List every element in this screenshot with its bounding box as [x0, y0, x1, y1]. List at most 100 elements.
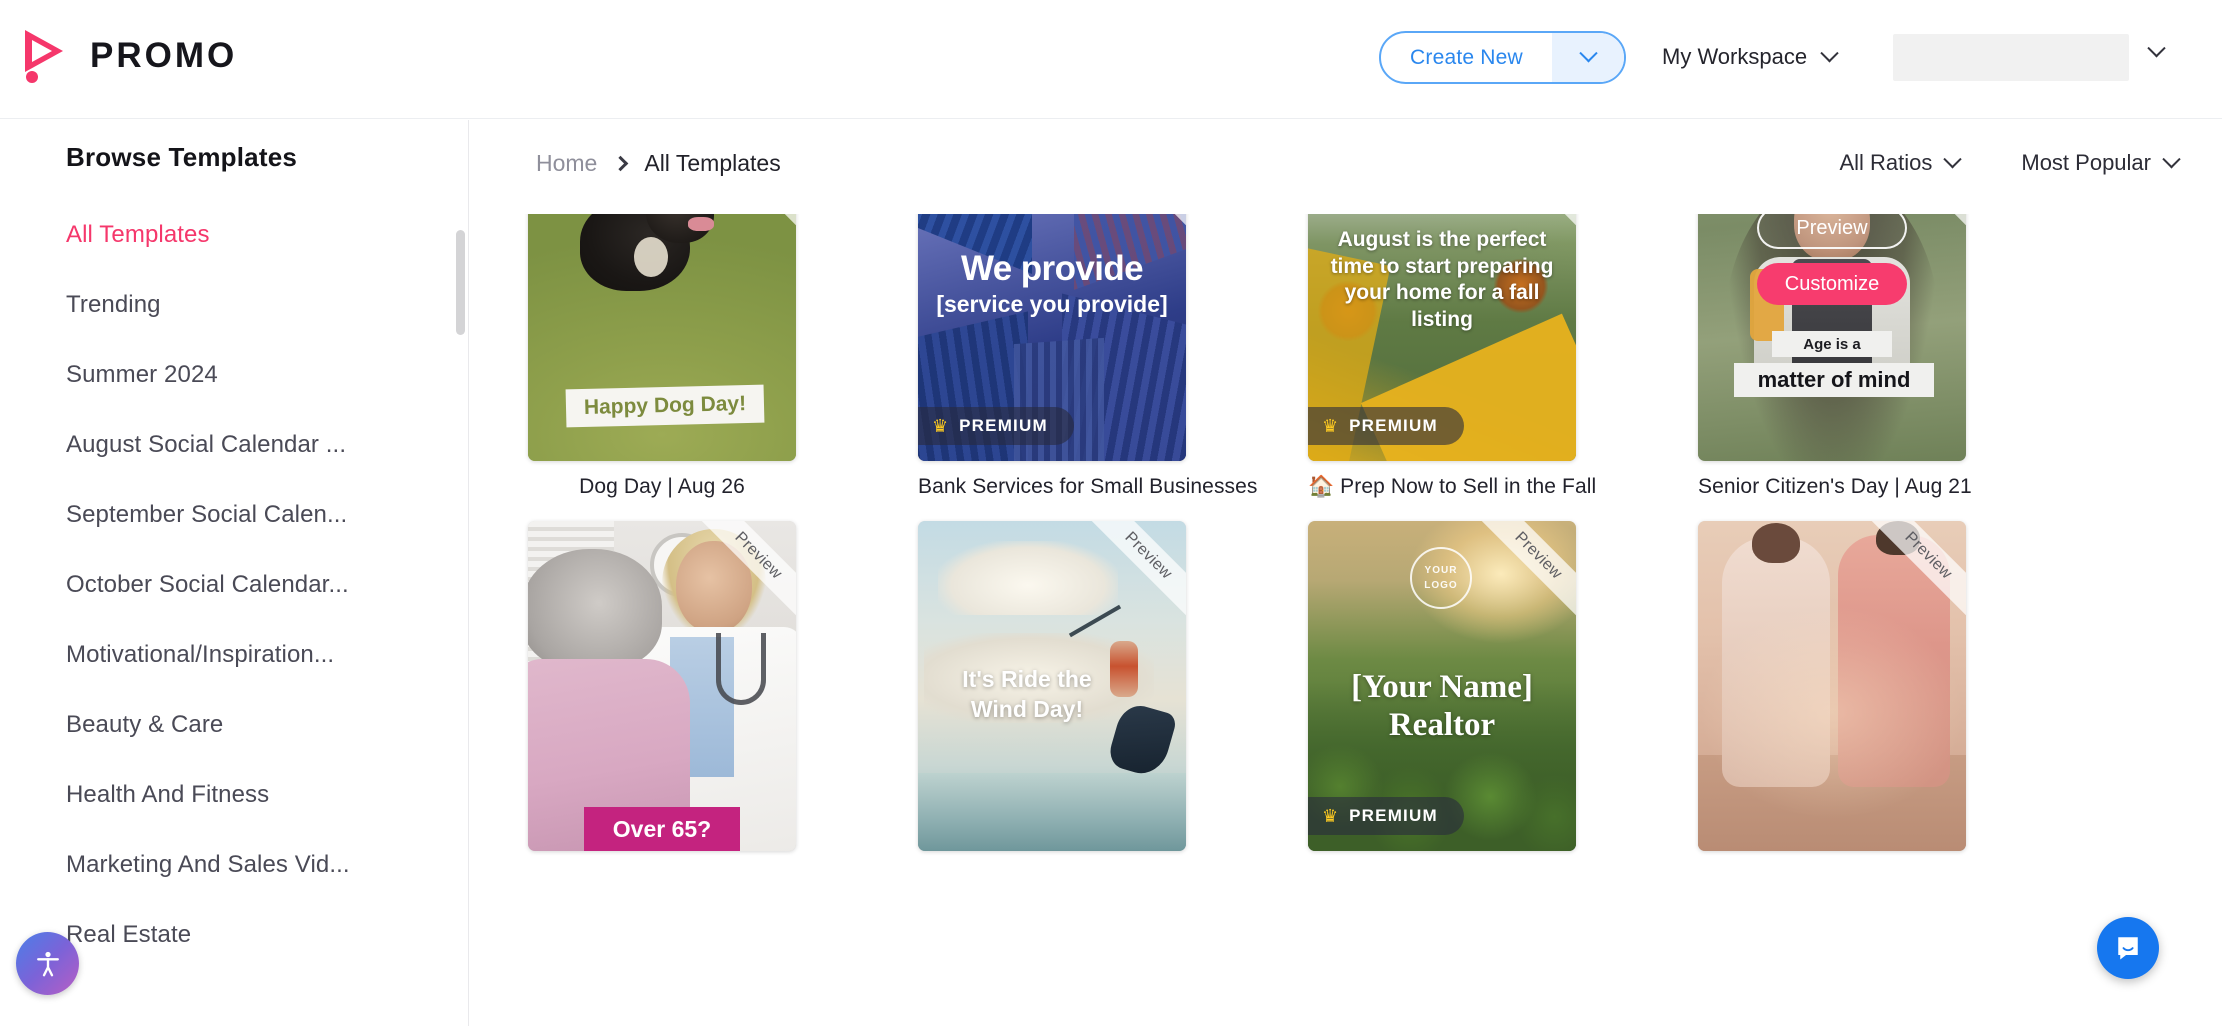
chevron-down-icon — [1820, 43, 1839, 62]
app-header: PROMO Create New My Workspace — [0, 0, 2222, 119]
chevron-down-icon — [1943, 149, 1963, 168]
chevron-down-icon — [2147, 39, 2166, 58]
sidebar-item-health-and-fitness[interactable]: Health And Fitness — [0, 760, 468, 830]
thumbnail-overlay-text: We provide — [960, 249, 1144, 288]
sidebar-item-label: Marketing And Sales Vid... — [66, 851, 350, 878]
template-thumbnail[interactable]: Happy Dog Day! Preview — [528, 214, 796, 461]
sidebar-item-label: All Templates — [66, 221, 210, 248]
card-hover-actions: Preview Customize — [1698, 214, 1966, 461]
sidebar-item-label: Trending — [66, 291, 161, 318]
chat-launcher-button[interactable] — [2097, 917, 2159, 979]
create-new-label: Create New — [1410, 45, 1523, 69]
sidebar-item-label: Beauty & Care — [66, 711, 224, 738]
thumbnail-artwork — [528, 521, 796, 851]
sidebar-item-label: Motivational/Inspiration... — [66, 641, 335, 668]
chevron-down-icon — [1578, 44, 1598, 63]
template-thumbnail[interactable]: It's Ride the Wind Day! Preview — [918, 521, 1186, 851]
filter-all-ratios[interactable]: All Ratios — [1839, 149, 1963, 176]
template-thumbnail[interactable]: YOUR LOGO [Your Name] Realtor ♛ PREMIUM … — [1308, 521, 1576, 851]
sidebar-item-all-templates[interactable]: All Templates — [0, 200, 468, 270]
premium-badge: ♛ PREMIUM — [918, 407, 1074, 445]
accessibility-button[interactable] — [16, 932, 79, 995]
premium-label: PREMIUM — [959, 416, 1048, 435]
sidebar-item-marketing-and-sales-videos[interactable]: Marketing And Sales Vid... — [0, 830, 468, 900]
sidebar-item-summer-2024[interactable]: Summer 2024 — [0, 340, 468, 410]
premium-badge: ♛ PREMIUM — [1308, 797, 1464, 835]
template-card[interactable]: It's Ride the Wind Day! Preview — [918, 521, 1186, 865]
template-card[interactable]: Happy Dog Day! Preview Dog Day | Aug 26 — [528, 214, 796, 499]
sidebar-item-label: October Social Calendar... — [66, 571, 349, 598]
create-new-button[interactable]: Create New — [1379, 31, 1626, 84]
template-thumbnail[interactable]: August is the perfect time to start prep… — [1308, 214, 1576, 461]
filter-sort-most-popular[interactable]: Most Popular — [2021, 149, 2181, 176]
template-card[interactable]: Preview — [1698, 521, 1966, 865]
workspace-selector[interactable]: My Workspace — [1662, 43, 1839, 70]
sidebar: Browse Templates All Templates Trending … — [0, 120, 469, 1026]
breadcrumb-home-link[interactable]: Home — [536, 150, 597, 177]
brand-logo[interactable]: PROMO — [22, 28, 237, 84]
template-caption: Senior Citizen's Day | Aug 21 — [1698, 475, 1972, 498]
premium-label: PREMIUM — [1349, 806, 1438, 825]
main-content: Home All Templates All Ratios Most Popul… — [470, 120, 2222, 1026]
premium-badge: ♛ PREMIUM — [1308, 407, 1464, 445]
content-toolbar: Home All Templates All Ratios Most Popul… — [470, 120, 2222, 214]
sidebar-item-label: Health And Fitness — [66, 781, 270, 808]
sidebar-item-label: September Social Calen... — [66, 501, 348, 528]
sidebar-item-motivational-inspiration[interactable]: Motivational/Inspiration... — [0, 620, 468, 690]
thumbnail-overlay-text: August is the perfect time to start prep… — [1330, 228, 1554, 331]
your-logo-placeholder: YOUR LOGO — [1410, 547, 1472, 609]
chat-bubble-icon — [2118, 937, 2138, 960]
sidebar-item-label: August Social Calendar ... — [66, 431, 347, 458]
template-caption: Dog Day | Aug 26 — [579, 475, 745, 498]
sidebar-scrollbar-thumb[interactable] — [456, 230, 465, 335]
sidebar-nav: All Templates Trending Summer 2024 Augus… — [0, 200, 468, 970]
template-card[interactable]: We provide [service you provide] ♛ PREMI… — [918, 214, 1258, 499]
thumbnail-overlay-subtext: [service you provide] — [936, 291, 1168, 317]
template-thumbnail[interactable]: Age is a matter of mind Preview Customiz… — [1698, 214, 1966, 461]
breadcrumb: Home All Templates — [536, 150, 781, 177]
chevron-down-icon — [2162, 149, 2181, 168]
filter-label: All Ratios — [1839, 150, 1933, 175]
template-thumbnail[interactable]: Preview — [1698, 521, 1966, 851]
sidebar-item-beauty-and-care[interactable]: Beauty & Care — [0, 690, 468, 760]
template-card-hovered[interactable]: Age is a matter of mind Preview Customiz… — [1698, 214, 1972, 499]
logo-line-1: YOUR — [1424, 565, 1458, 576]
crown-icon: ♛ — [932, 416, 949, 436]
thumbnail-overlay-text: Happy Dog Day! — [565, 384, 765, 428]
sidebar-item-label: Summer 2024 — [66, 361, 218, 388]
account-dropdown-toggle[interactable] — [2147, 39, 2166, 64]
sidebar-item-label: Real Estate — [66, 921, 192, 948]
premium-label: PREMIUM — [1349, 416, 1438, 435]
sidebar-item-trending[interactable]: Trending — [0, 270, 468, 340]
create-new-dropdown-toggle[interactable] — [1552, 33, 1624, 82]
thumbnail-overlay-subtext: Realtor — [1388, 707, 1496, 743]
template-thumbnail[interactable]: We provide [service you provide] ♛ PREMI… — [918, 214, 1186, 461]
template-caption: 🏠 Prep Now to Sell in the Fall — [1308, 475, 1597, 498]
template-card[interactable]: YOUR LOGO [Your Name] Realtor ♛ PREMIUM … — [1308, 521, 1576, 865]
sidebar-item-september-social-calendar[interactable]: September Social Calen... — [0, 480, 468, 550]
accessibility-person-icon — [36, 951, 59, 976]
breadcrumb-current: All Templates — [644, 150, 781, 176]
template-card[interactable]: August is the perfect time to start prep… — [1308, 214, 1597, 499]
chevron-right-icon — [613, 155, 629, 172]
preview-button[interactable]: Preview — [1757, 214, 1907, 249]
filter-label: Most Popular — [2021, 150, 2151, 175]
thumbnail-artwork — [1698, 521, 1966, 851]
template-card[interactable]: Over 65? Preview — [528, 521, 796, 865]
sidebar-item-august-social-calendar[interactable]: August Social Calendar ... — [0, 410, 468, 480]
crown-icon: ♛ — [1322, 416, 1339, 436]
template-grid: Happy Dog Day! Preview Dog Day | Aug 26 … — [470, 214, 2222, 865]
sidebar-item-october-social-calendar[interactable]: October Social Calendar... — [0, 550, 468, 620]
customize-button[interactable]: Customize — [1757, 263, 1907, 305]
thumbnail-overlay-text: [Your Name] — [1351, 669, 1533, 705]
template-caption: Bank Services for Small Businesses — [918, 475, 1258, 498]
template-grid-viewport: Happy Dog Day! Preview Dog Day | Aug 26 … — [470, 214, 2222, 1026]
filter-group: All Ratios Most Popular — [1839, 149, 2181, 176]
logo-line-2: LOGO — [1424, 580, 1458, 591]
sidebar-title: Browse Templates — [66, 142, 298, 172]
thumbnail-overlay-text: It's Ride the Wind Day! — [962, 666, 1092, 722]
thumbnail-overlay-text: Over 65? — [584, 807, 740, 851]
account-field[interactable] — [1893, 34, 2129, 81]
template-thumbnail[interactable]: Over 65? Preview — [528, 521, 796, 851]
play-triangle-icon — [22, 28, 74, 84]
